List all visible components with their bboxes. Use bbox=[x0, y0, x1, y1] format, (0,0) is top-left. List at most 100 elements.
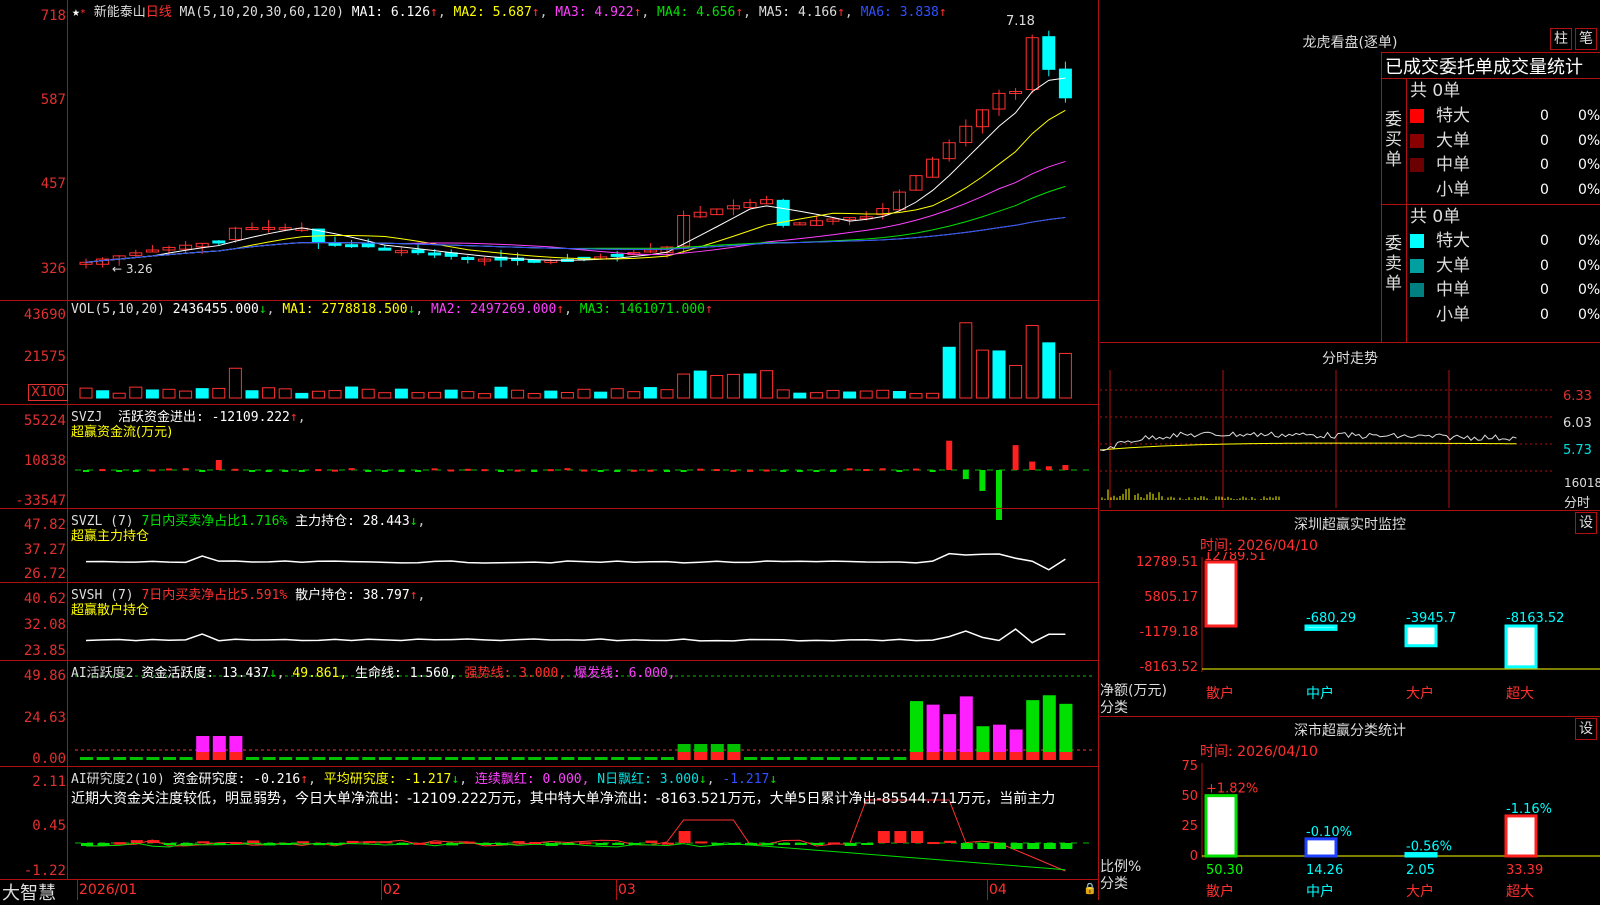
svzj-bar bbox=[249, 470, 255, 472]
ai-active-bar bbox=[478, 757, 492, 760]
ai-active-base bbox=[1059, 752, 1073, 760]
ai-active-bar bbox=[345, 757, 359, 760]
app-logo: 大智慧 bbox=[2, 883, 56, 904]
month-label: 02 bbox=[383, 882, 401, 898]
candle-body bbox=[527, 259, 541, 263]
ai-research-bar bbox=[645, 840, 658, 843]
svzj-bar bbox=[730, 469, 737, 472]
ma4-value: MA4: 4.656 bbox=[657, 5, 736, 20]
month-label: 03 bbox=[618, 882, 636, 898]
volume-bar bbox=[145, 389, 159, 399]
volume-bar bbox=[726, 373, 740, 399]
stats-axis-tick: 75 bbox=[1181, 759, 1198, 774]
sell-row-pct: 0% bbox=[1578, 257, 1600, 274]
intraday-axis-tick: 5.73 bbox=[1563, 443, 1592, 458]
monitor-bar bbox=[1504, 624, 1538, 669]
kline-chart-area[interactable] bbox=[0, 0, 1098, 880]
volume-bar bbox=[643, 387, 657, 399]
svzj-bar bbox=[796, 470, 803, 472]
vol-unit-badge[interactable]: X100 bbox=[28, 384, 68, 401]
svzj-bar bbox=[647, 469, 654, 472]
svzj-bar bbox=[282, 470, 289, 472]
volume-bar bbox=[975, 349, 989, 399]
volume-bar bbox=[1025, 324, 1039, 399]
color-swatch-icon bbox=[1410, 234, 1424, 248]
sell-row-pct: 0% bbox=[1578, 282, 1600, 298]
svzl-axis-tick: 47.82 bbox=[23, 517, 66, 533]
sell-row: 大单 bbox=[1410, 254, 1470, 278]
ai-active-base bbox=[943, 752, 957, 760]
sell-order-label: 委卖单 bbox=[1385, 234, 1402, 294]
ai-research-bar bbox=[197, 841, 210, 844]
buy-row-name: 大单 bbox=[1436, 130, 1470, 151]
svzj-bar bbox=[763, 469, 770, 472]
candle-body bbox=[411, 249, 425, 254]
stats-bar bbox=[1204, 794, 1238, 858]
buy-row-name: 中单 bbox=[1436, 155, 1470, 175]
svzj-bar bbox=[614, 470, 621, 472]
realtime-monitor-chart[interactable]: 12789.51 5805.17 -1179.18 -8163.52 12789.51 散… bbox=[1100, 552, 1600, 712]
ai-research-bar bbox=[595, 843, 608, 846]
ai-research-bar bbox=[114, 842, 127, 845]
svsh-axis-tick: 40.62 bbox=[23, 591, 66, 607]
period-label[interactable]: 日线 bbox=[146, 5, 172, 20]
sell-row-name: 小单 bbox=[1436, 304, 1470, 325]
sell-row-pct: 0% bbox=[1578, 233, 1600, 249]
volume-bar bbox=[328, 390, 342, 399]
ai-research-bar bbox=[512, 841, 525, 844]
volume-bar bbox=[394, 388, 408, 399]
ai-research-header: AI研究度2(10) 资金研究度: -0.216↑, 平均研究度: -1.217… bbox=[71, 772, 778, 787]
volume-bar bbox=[843, 391, 857, 399]
svzj-bar bbox=[713, 469, 720, 472]
ai-research-bar bbox=[1010, 843, 1023, 849]
volume-bar bbox=[859, 390, 873, 399]
ai-research-bar bbox=[944, 840, 957, 843]
volume-bar bbox=[96, 390, 110, 399]
ai-active-bar bbox=[329, 757, 342, 760]
category-stats-chart[interactable]: 75 50 25 0 +1.82% 50.30 散户 -0.10% 14.26 中户 -0.56% 2… bbox=[1100, 758, 1600, 900]
panel-divider bbox=[0, 582, 1098, 583]
stock-name: 新能泰山 bbox=[93, 5, 146, 20]
sell-row: 特大 bbox=[1410, 229, 1470, 253]
ai-active-bar bbox=[544, 757, 558, 760]
volume-bar bbox=[693, 370, 707, 399]
volume-bar bbox=[892, 391, 906, 399]
ma-line bbox=[85, 160, 1066, 263]
monitor-settings-button[interactable]: 设 bbox=[1575, 512, 1597, 534]
stats-bar-pct: 14.26 bbox=[1306, 863, 1343, 878]
bar-view-button[interactable]: 柱 bbox=[1550, 28, 1572, 50]
lock-icon[interactable]: 🔒 bbox=[1083, 882, 1097, 895]
svsh-subtitle: 超赢散户持仓 bbox=[71, 603, 150, 618]
ai-research-bar bbox=[396, 843, 409, 845]
ai-research-bar bbox=[861, 843, 874, 845]
ai-research-bar bbox=[628, 843, 641, 845]
ai-active-bar bbox=[744, 757, 757, 760]
star-icon[interactable]: ★ bbox=[72, 5, 80, 20]
ai-research-bar bbox=[977, 843, 990, 849]
svzl-line bbox=[85, 552, 1066, 571]
ai-active-bar bbox=[910, 701, 923, 760]
stats-settings-button[interactable]: 设 bbox=[1575, 718, 1597, 740]
monitor-category-label: 中户 bbox=[1306, 685, 1334, 702]
ai-research-bar bbox=[960, 843, 973, 849]
volume-bar bbox=[79, 387, 93, 399]
intraday-chart[interactable] bbox=[1100, 370, 1600, 508]
ai-active-bar bbox=[793, 757, 807, 760]
monitor-bar bbox=[1304, 624, 1338, 631]
low-price-label: ← 3.26 bbox=[112, 262, 153, 276]
volume-bar bbox=[112, 392, 126, 399]
svzj-bar bbox=[381, 470, 388, 472]
pen-view-button[interactable]: 笔 bbox=[1575, 28, 1597, 50]
monitor-bar-value: 12789.51 bbox=[1204, 552, 1266, 564]
svsh-axis-tick: 23.85 bbox=[23, 643, 66, 659]
monitor-bar bbox=[1204, 560, 1238, 628]
ai-active-bar bbox=[428, 757, 442, 760]
ai-research-bar bbox=[313, 843, 326, 846]
ai-active-base bbox=[677, 752, 691, 760]
ai-active-bar bbox=[860, 757, 874, 760]
svzj-axis-tick: 55224 bbox=[23, 413, 66, 429]
volume-bar bbox=[992, 350, 1006, 399]
sell-row-count: 0 bbox=[1540, 282, 1549, 298]
vol-axis-tick: 43690 bbox=[23, 307, 66, 323]
ai-research-bar bbox=[828, 842, 840, 845]
